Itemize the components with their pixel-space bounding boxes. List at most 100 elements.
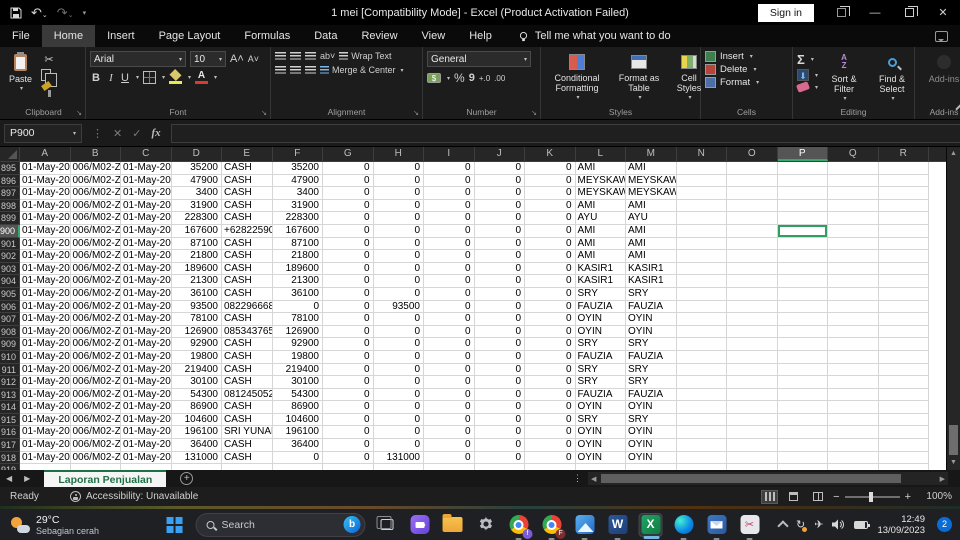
column-header-b[interactable]: B <box>71 147 121 161</box>
cell-P899[interactable] <box>777 212 828 225</box>
cell-B906[interactable]: 006/M02-Z <box>70 300 121 314</box>
cell-J918[interactable]: 0 <box>474 451 525 465</box>
cell-L899[interactable]: AYU <box>575 212 626 225</box>
cell-F908[interactable]: 126900 <box>272 325 323 339</box>
cell-B910[interactable]: 006/M02-Z <box>70 350 121 364</box>
row-header-902[interactable]: 902 <box>0 250 20 263</box>
cell-I913[interactable]: 0 <box>424 388 475 402</box>
cell-O898[interactable] <box>727 199 778 213</box>
cell-F899[interactable]: 228300 <box>272 212 323 225</box>
cell-H902[interactable]: 0 <box>373 250 424 263</box>
cell-Q901[interactable] <box>828 237 879 251</box>
cell-I901[interactable]: 0 <box>424 237 475 251</box>
cell-K905[interactable]: 0 <box>525 287 576 301</box>
cell-J904[interactable]: 0 <box>474 275 525 288</box>
cell-B914[interactable]: 006/M02-Z <box>70 401 121 414</box>
task-view-button[interactable] <box>375 513 399 537</box>
cell-G908[interactable]: 0 <box>323 325 374 339</box>
sort-filter-button[interactable]: AZ Sort & Filter ▾ <box>822 51 866 105</box>
cell-C904[interactable]: 01-May-20 <box>121 275 172 288</box>
cell-C895[interactable]: 01-May-20 <box>121 162 172 175</box>
cell-K911[interactable]: 0 <box>525 363 576 377</box>
cell-A897[interactable]: 01-May-20 <box>20 187 71 200</box>
row-header-917[interactable]: 917 <box>0 439 20 452</box>
scroll-up-icon[interactable]: ▲ <box>947 147 960 161</box>
cell-D909[interactable]: 92900 <box>171 338 222 351</box>
menu-tab-data[interactable]: Data <box>302 25 349 47</box>
cell-R911[interactable] <box>878 363 929 377</box>
decrease-decimal-icon[interactable]: .00 <box>494 74 505 83</box>
battery-icon[interactable] <box>854 520 871 529</box>
insert-function-icon[interactable]: fx <box>151 127 160 139</box>
cell-D900[interactable]: 167600 <box>171 224 222 238</box>
cell-N903[interactable] <box>676 262 727 276</box>
cell-E896[interactable]: CASH <box>222 174 273 188</box>
cell-B902[interactable]: 006/M02-Z <box>70 250 121 263</box>
row-header-903[interactable]: 903 <box>0 262 20 276</box>
cell-M917[interactable]: OYIN <box>626 439 677 452</box>
cell-B907[interactable]: 006/M02-Z <box>70 313 121 326</box>
cell-N914[interactable] <box>676 401 727 414</box>
cell-G895[interactable]: 0 <box>323 162 374 175</box>
cell-A912[interactable]: 01-May-20 <box>20 376 71 389</box>
mail-button[interactable] <box>705 513 729 540</box>
fill-color-icon[interactable] <box>169 71 183 84</box>
cell-N911[interactable] <box>676 363 727 377</box>
cell-A900[interactable]: 01-May-20 <box>20 224 71 238</box>
accounting-format-icon[interactable]: $ <box>427 73 441 83</box>
cell-J909[interactable]: 0 <box>474 338 525 351</box>
font-size-combo[interactable]: 10 ▾ <box>190 51 226 67</box>
cell-D906[interactable]: 93500 <box>171 300 222 314</box>
volume-icon[interactable] <box>832 519 845 530</box>
cell-N902[interactable] <box>676 250 727 263</box>
cell-L911[interactable]: SRY <box>575 363 626 377</box>
cell-M913[interactable]: FAUZIA <box>626 388 677 402</box>
cell-J905[interactable]: 0 <box>474 287 525 301</box>
cell-F901[interactable]: 87100 <box>272 237 323 251</box>
column-header-a[interactable]: A <box>20 147 71 161</box>
notification-badge[interactable]: 2 <box>937 517 952 532</box>
cell-C901[interactable]: 01-May-20 <box>121 237 172 251</box>
column-header-f[interactable]: F <box>273 147 323 161</box>
scroll-left-icon[interactable]: ◀ <box>588 475 599 483</box>
select-all-corner[interactable] <box>0 147 20 161</box>
zoom-slider[interactable] <box>844 491 900 502</box>
menu-tab-file[interactable]: File <box>0 25 42 47</box>
cell-B918[interactable]: 006/M02-Z <box>70 451 121 465</box>
increase-decimal-icon[interactable]: +.0 <box>479 74 490 83</box>
cell-C907[interactable]: 01-May-20 <box>121 313 172 326</box>
row-header-904[interactable]: 904 <box>0 275 20 288</box>
zoom-slider-thumb[interactable] <box>868 491 873 502</box>
cell-I906[interactable]: 0 <box>424 300 475 314</box>
cell-P902[interactable] <box>777 250 828 263</box>
increase-font-size-icon[interactable]: A˄ <box>230 53 244 65</box>
cell-C909[interactable]: 01-May-20 <box>121 338 172 351</box>
cell-F903[interactable]: 189600 <box>272 262 323 276</box>
cell-H905[interactable]: 0 <box>373 287 424 301</box>
format-as-table-button[interactable]: Format as Table ▾ <box>613 51 665 104</box>
cell-I917[interactable]: 0 <box>424 439 475 452</box>
cell-R917[interactable] <box>878 439 929 452</box>
cell-P901[interactable] <box>777 237 828 251</box>
cell-A895[interactable]: 01-May-20 <box>20 162 71 175</box>
cell-K896[interactable]: 0 <box>525 174 576 188</box>
bottom-align-icon[interactable] <box>305 52 316 60</box>
cell-G913[interactable]: 0 <box>323 388 374 402</box>
align-center-icon[interactable] <box>290 66 301 74</box>
orientation-icon[interactable]: ab˅ <box>320 51 335 61</box>
cell-D905[interactable]: 36100 <box>171 287 222 301</box>
cell-M914[interactable]: OYIN <box>626 401 677 414</box>
column-header-p[interactable]: P <box>777 147 828 161</box>
row-header-899[interactable]: 899 <box>0 212 20 225</box>
cell-L902[interactable]: AMI <box>575 250 626 263</box>
cell-J911[interactable]: 0 <box>474 363 525 377</box>
addins-button[interactable]: Add-ins <box>919 51 960 85</box>
cell-N910[interactable] <box>676 350 727 364</box>
cell-B903[interactable]: 006/M02-Z <box>70 262 121 276</box>
cell-Q902[interactable] <box>828 250 879 263</box>
cell-H899[interactable]: 0 <box>373 212 424 225</box>
merge-center-button[interactable]: Merge & Center ▾ <box>320 65 404 75</box>
font-color-icon[interactable]: A <box>195 71 209 84</box>
page-layout-view-button[interactable] <box>785 490 802 504</box>
cell-H896[interactable]: 0 <box>373 174 424 188</box>
